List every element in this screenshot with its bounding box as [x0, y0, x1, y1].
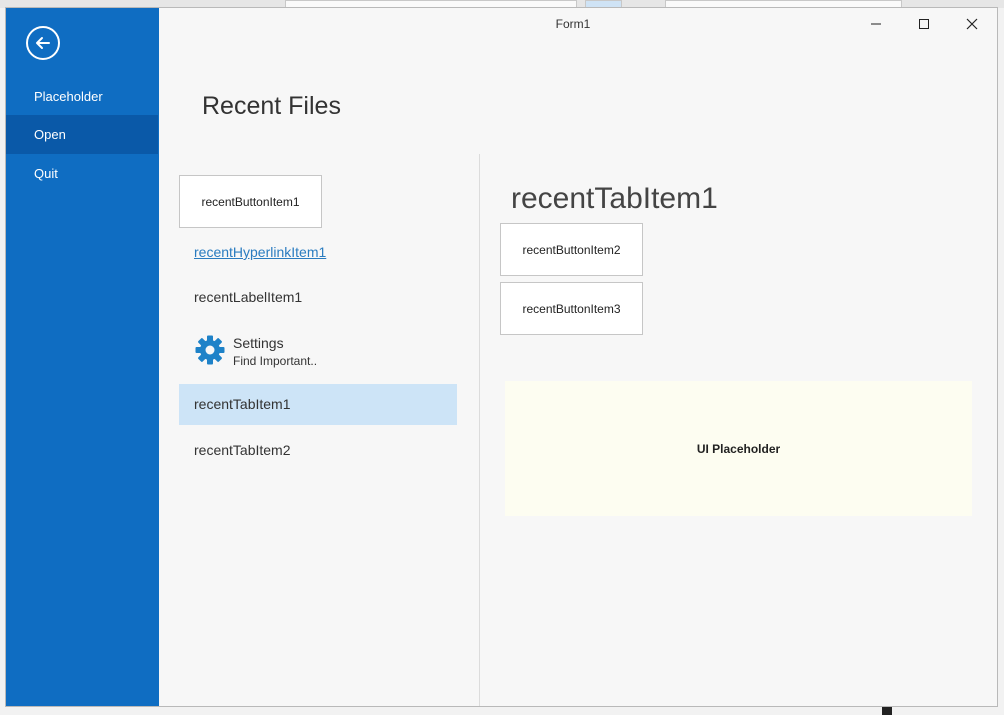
recent-button-item-2[interactable]: recentButtonItem2: [500, 223, 643, 276]
recent-button-item-1[interactable]: recentButtonItem1: [179, 175, 322, 228]
recent-tab-item-1[interactable]: recentTabItem1: [179, 384, 457, 425]
settings-description: Find Important..: [233, 354, 318, 368]
gear-icon: [195, 335, 225, 365]
form-window: Placeholder Open Quit Form1 Recent Files…: [5, 7, 998, 707]
sidebar-item-open[interactable]: Open: [6, 115, 158, 154]
back-arrow-icon: [36, 37, 50, 49]
maximize-icon: [919, 19, 929, 29]
back-button[interactable]: [26, 26, 60, 60]
minimize-icon: [871, 23, 881, 25]
minimize-button[interactable]: [853, 8, 899, 40]
sidebar-item-quit[interactable]: Quit: [6, 154, 158, 193]
recent-tab-item-2[interactable]: recentTabItem2: [179, 430, 457, 471]
tab-content-heading: recentTabItem1: [511, 182, 718, 215]
settings-item[interactable]: Settings Find Important..: [194, 334, 394, 370]
settings-title: Settings: [233, 335, 284, 351]
recent-label-item: recentLabelItem1: [194, 289, 303, 305]
panel-divider: [479, 154, 480, 706]
title-bar: Form1: [159, 8, 997, 40]
ui-placeholder: UI Placeholder: [505, 381, 972, 516]
page-title: Recent Files: [202, 92, 341, 120]
recent-button-item-3[interactable]: recentButtonItem3: [500, 282, 643, 335]
recent-hyperlink-item[interactable]: recentHyperlinkItem1: [194, 244, 326, 260]
ui-placeholder-label: UI Placeholder: [696, 441, 781, 456]
sidebar-item-placeholder[interactable]: Placeholder: [6, 77, 158, 116]
close-button[interactable]: [949, 8, 995, 40]
backstage-sidebar: Placeholder Open Quit: [6, 8, 159, 706]
maximize-button[interactable]: [901, 8, 947, 40]
close-icon: [966, 18, 978, 30]
